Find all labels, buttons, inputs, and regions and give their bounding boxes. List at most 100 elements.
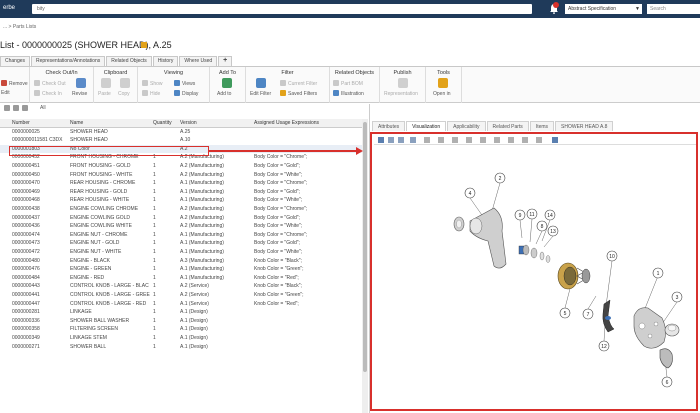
table-row[interactable]: 0000000474 ENGINE NUT - CHROME 1 A.1 (Manuf… xyxy=(0,231,362,240)
copy-icon[interactable] xyxy=(522,137,528,143)
tab-where-used[interactable]: Where Used xyxy=(179,56,218,66)
callout-5[interactable]: 5 xyxy=(559,307,571,319)
address-field[interactable]: bity xyxy=(32,4,532,14)
check-out-button[interactable]: Check Out xyxy=(34,80,66,87)
table-row[interactable]: 0000000473 ENGINE NUT - GOLD 1 A.1 (Manufac… xyxy=(0,239,362,248)
filter-icon[interactable] xyxy=(4,105,10,111)
settings-icon[interactable] xyxy=(552,137,558,143)
add-to-button[interactable]: Add to xyxy=(217,91,231,97)
explode-icon[interactable] xyxy=(480,137,486,143)
paste-button[interactable]: Paste xyxy=(98,91,111,97)
tab-related-objects[interactable]: Related Objects xyxy=(106,56,152,66)
visualization-viewer[interactable]: 1 2 3 4 5 6 7 8 9 10 11 12 13 14 xyxy=(370,132,698,411)
copy-button[interactable]: Copy xyxy=(118,91,130,97)
illustration-dropdown[interactable]: Illustration xyxy=(333,90,364,97)
current-filter-button[interactable]: Current Filter xyxy=(280,80,317,87)
zoom-out-icon[interactable] xyxy=(398,137,404,143)
table-cell: A.1 (Manufacturing) xyxy=(180,231,224,238)
tab-history[interactable]: History xyxy=(152,56,179,66)
column-header[interactable]: Number xyxy=(12,119,67,128)
table-row[interactable]: 0000000443 CONTROL KNOB - LARGE - BLAC 1 A.… xyxy=(0,282,362,291)
column-header[interactable]: Name xyxy=(70,119,150,128)
view-orientation-icon[interactable] xyxy=(424,137,430,143)
show-button[interactable]: Show xyxy=(142,80,163,87)
callout-3[interactable]: 3 xyxy=(671,291,683,303)
remove-button[interactable]: Remove xyxy=(1,80,28,87)
table-row[interactable]: 0000000281 LINKAGE 1 A.1 (Design) xyxy=(0,308,362,317)
table-row[interactable]: 0000000025 SHOWER HEAD A.25 xyxy=(0,128,362,137)
callout-8[interactable]: 8 xyxy=(536,220,548,232)
tab-shower-head-version[interactable]: SHOWER HEAD A.8 xyxy=(555,121,614,131)
callout-12[interactable]: 12 xyxy=(598,340,610,352)
render-mode-icon[interactable] xyxy=(438,137,444,143)
table-scrollbar-thumb[interactable] xyxy=(363,122,367,372)
table-row[interactable]: 0000000451 FRONT HOUSING - GOLD 1 A.2 (Manu… xyxy=(0,162,362,171)
tab-items[interactable]: Items xyxy=(529,121,555,131)
callout-6[interactable]: 6 xyxy=(661,376,673,388)
tab-representations[interactable]: Representations/Annotations xyxy=(31,56,106,66)
table-row[interactable]: 0000000450 FRONT HOUSING - WHITE 1 A.2 (Man… xyxy=(0,171,362,180)
column-header[interactable]: Assigned Usage Expressions xyxy=(254,119,362,128)
table-cell: A.2 (Service) xyxy=(180,283,209,290)
fit-view-icon[interactable] xyxy=(410,137,416,143)
callout-11[interactable]: 11 xyxy=(526,208,538,220)
table-row[interactable]: 0000000472 ENGINE NUT - WHITE 1 A.1 (Manufa… xyxy=(0,248,362,257)
table-row[interactable]: 0000000476 ENGINE - GREEN 1 A.1 (Manufactur… xyxy=(0,265,362,274)
table-row[interactable]: 0000000271 SHOWER BALL 1 A.1 (Design) xyxy=(0,343,362,352)
zoom-in-icon[interactable] xyxy=(388,137,394,143)
collapse-icon[interactable] xyxy=(13,105,19,111)
filter-label[interactable]: All xyxy=(40,105,46,111)
table-row[interactable]: 0000000470 REAR HOUSING - CHROME 1 A.1 (Man… xyxy=(0,179,362,188)
callout-14[interactable]: 14 xyxy=(544,209,556,221)
table-row[interactable]: 0000000336 SHOWER BALL WASHER 1 A.1 (Design… xyxy=(0,317,362,326)
table-row[interactable]: 0000000484 ENGINE - RED 1 A.1 (Manufacturin… xyxy=(0,274,362,283)
part-bom-button[interactable]: Part BOM xyxy=(333,80,363,87)
revise-button[interactable]: Revise xyxy=(72,91,87,97)
views-dropdown[interactable]: Views xyxy=(174,80,195,87)
delete-icon[interactable] xyxy=(536,137,542,143)
annotate-icon[interactable] xyxy=(494,137,500,143)
tab-attributes[interactable]: Attributes xyxy=(372,121,406,131)
open-in-button[interactable]: Open in xyxy=(433,91,451,97)
context-select[interactable]: Abstract Specification ▼ xyxy=(565,4,642,14)
table-row[interactable]: 0000000011581 C3DX SHOWER HEAD A.10 xyxy=(0,136,362,145)
table-row[interactable]: 0000000480 ENGINE - BLACK 1 A.3 (Manufactur… xyxy=(0,257,362,266)
callout-1[interactable]: 1 xyxy=(652,267,664,279)
hide-button[interactable]: Hide xyxy=(142,90,160,97)
select-tool-icon[interactable] xyxy=(378,137,384,143)
saved-filters-dropdown[interactable]: Saved Filters xyxy=(280,90,317,97)
table-row[interactable]: 0000000447 CONTROL KNOB - LARGE - RED 1 A.1… xyxy=(0,300,362,309)
table-row[interactable]: 0000000438 ENGINE COWLING CHROME 1 A.2 (Man… xyxy=(0,205,362,214)
callout-13[interactable]: 13 xyxy=(547,225,559,237)
table-row[interactable]: 0000000436 ENGINE COWLING WHITE 1 A.2 (Manu… xyxy=(0,222,362,231)
representation-button[interactable]: Representation xyxy=(384,91,418,97)
expand-icon[interactable] xyxy=(22,105,28,111)
check-in-button[interactable]: Check In xyxy=(34,90,62,97)
callout-7[interactable]: 7 xyxy=(582,308,594,320)
tab-applicability[interactable]: Applicability xyxy=(447,121,486,131)
cut-icon[interactable] xyxy=(508,137,514,143)
edit-filter-button[interactable]: Edit Filter xyxy=(250,91,271,97)
table-row[interactable]: 0000000349 LINKAGE STEM 1 A.1 (Design) xyxy=(0,334,362,343)
column-header[interactable]: Version xyxy=(180,119,252,128)
measure-icon[interactable] xyxy=(452,137,458,143)
callout-9[interactable]: 9 xyxy=(514,209,526,221)
table-row[interactable]: 0000000358 FILTERING SCREEN 1 A.1 (Design) xyxy=(0,325,362,334)
table-row[interactable]: 0000000468 REAR HOUSING - WHITE 1 A.1 (Manu… xyxy=(0,196,362,205)
tab-related-parts[interactable]: Related Parts xyxy=(486,121,529,131)
callout-2[interactable]: 2 xyxy=(494,172,506,184)
tab-changes[interactable]: Changes xyxy=(0,56,31,66)
add-tab-button[interactable]: + xyxy=(218,56,233,66)
table-row[interactable]: 0000000441 CONTROL KNOB - LARGE - GREE 1 A.… xyxy=(0,291,362,300)
table-row[interactable]: 0000000437 ENGINE COWLING GOLD 1 A.2 (Manuf… xyxy=(0,214,362,223)
callout-4[interactable]: 4 xyxy=(464,187,476,199)
display-dropdown[interactable]: Display xyxy=(174,90,198,97)
breadcrumb[interactable]: ... > Parts Lists xyxy=(3,24,36,30)
section-icon[interactable] xyxy=(466,137,472,143)
column-header[interactable]: Quantity xyxy=(153,119,177,128)
table-row[interactable]: 0000000469 REAR HOUSING - GOLD 1 A.1 (Manuf… xyxy=(0,188,362,197)
global-search-input[interactable]: Search xyxy=(647,4,700,14)
tab-visualization[interactable]: Visualization xyxy=(406,121,447,131)
callout-10[interactable]: 10 xyxy=(606,250,618,262)
edit-button[interactable]: Edit xyxy=(1,90,10,96)
